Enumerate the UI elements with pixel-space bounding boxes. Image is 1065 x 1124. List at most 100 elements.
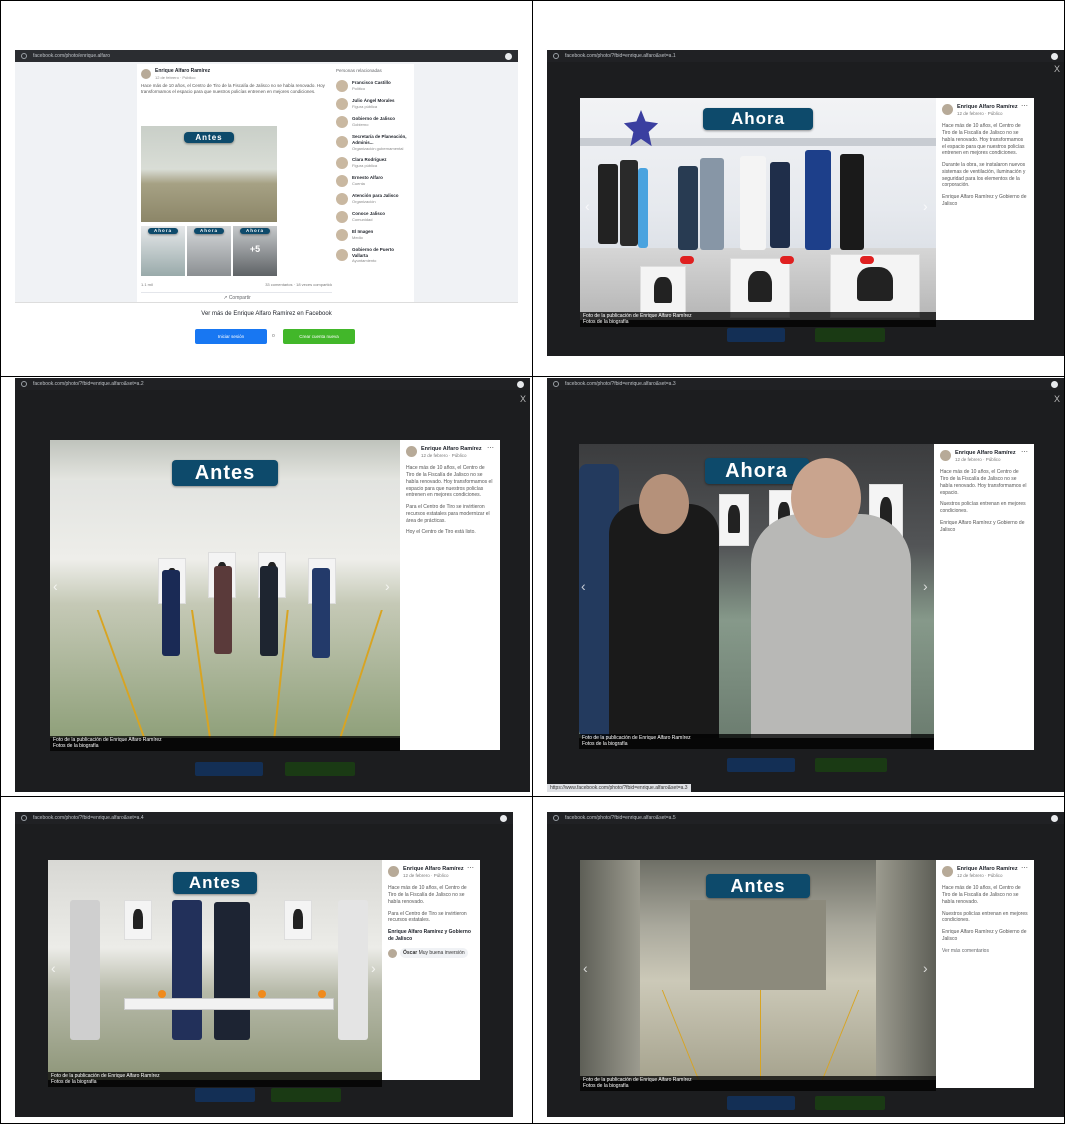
or-label: o [272,333,275,339]
thumb-3[interactable]: Ahora +5 [233,226,277,276]
suggestion-item[interactable]: El Imagen Medio [336,228,410,241]
create-button-dim[interactable] [815,328,885,342]
profile-icon[interactable] [500,814,507,822]
create-account-button[interactable]: Crear cuenta nueva [283,329,355,344]
next-arrow-icon[interactable]: › [923,578,928,594]
close-icon[interactable]: X [1054,394,1060,404]
suggestion-item[interactable]: Gobierno de Jalisco Gobierno [336,115,410,128]
create-button-dim[interactable] [815,1096,885,1110]
create-button-dim[interactable] [285,762,355,776]
suggestion-item[interactable]: Francisco Castillo Político [336,79,410,92]
caption-line-2[interactable]: Fotos de la biografía [51,1079,379,1085]
viewer-photo[interactable]: Antes [50,440,400,738]
author-name[interactable]: Enrique Alfaro Ramírez [957,866,1018,873]
viewer-photo[interactable]: Ahora [579,444,934,738]
profile-icon[interactable] [1051,814,1058,822]
close-icon[interactable]: X [1054,64,1060,74]
viewer-photo[interactable]: Antes [580,860,936,1080]
back-icon[interactable] [553,815,559,821]
create-button-dim[interactable] [815,758,887,772]
more-options-icon[interactable]: ⋯ [1021,448,1028,457]
reaction-count[interactable]: 1.1 mil [141,282,153,287]
next-arrow-icon[interactable]: › [371,960,376,976]
next-arrow-icon[interactable]: › [923,960,928,976]
address-bar[interactable]: facebook.com/photo/?fbid=enrique.alfaro&… [565,815,1045,821]
author-avatar[interactable] [406,446,417,457]
thumb-1[interactable]: Ahora [141,226,185,276]
caption-line-2[interactable]: Fotos de la biografía [53,743,397,749]
post-sidebar: ⋯ Enrique Alfaro Ramírez 12 de febrero ·… [400,440,500,750]
suggestion-subtitle: Medio [352,235,363,241]
login-button-dim[interactable] [195,1088,255,1102]
more-comments-link[interactable]: Ver más comentarios [942,948,1028,955]
comment-count[interactable]: 33 comentarios · 18 veces compartido [265,282,333,287]
caption-line-2[interactable]: Fotos de la biografía [583,1083,933,1089]
login-button-dim[interactable] [727,1096,795,1110]
author-avatar[interactable] [141,68,151,79]
address-bar[interactable]: facebook.com/photo/enrique.alfaro [33,53,499,59]
share-button[interactable]: ↗ Compartir [141,292,333,302]
caption-line-2[interactable]: Fotos de la biografía [583,319,933,325]
login-button[interactable]: Iniciar sesión [195,329,267,344]
suggestion-item[interactable]: Atención para Jalisco Organización [336,192,410,205]
author-name[interactable]: Enrique Alfaro Ramírez [155,68,210,75]
post-text-3: Hoy el Centro de Tiro está listo. [406,529,476,536]
author-name[interactable]: Enrique Alfaro Ramírez [403,866,464,873]
back-icon[interactable] [553,53,559,59]
author-avatar[interactable] [942,104,953,115]
suggestion-item[interactable]: Julio Ángel Morales Figura pública [336,97,410,110]
caption-line-2[interactable]: Fotos de la biografía [582,741,931,747]
back-icon[interactable] [21,815,27,821]
address-bar[interactable]: facebook.com/photo/?fbid=enrique.alfaro&… [33,381,511,387]
address-bar[interactable]: facebook.com/photo/?fbid=enrique.alfaro&… [33,815,494,821]
next-arrow-icon[interactable]: › [385,578,390,594]
login-button-dim[interactable] [195,762,263,776]
commenter-name[interactable]: Óscar [403,950,417,956]
comment: Óscar Muy buena inversión [388,947,474,959]
profile-icon[interactable] [1051,52,1058,60]
more-options-icon[interactable]: ⋯ [1021,102,1028,111]
prev-arrow-icon[interactable]: ‹ [53,578,58,594]
address-bar[interactable]: facebook.com/photo/?fbid=enrique.alfaro&… [565,381,1045,387]
back-icon[interactable] [553,381,559,387]
suggestion-item[interactable]: Gobierno de Puerto Vallarta Ayuntamiento [336,247,410,264]
profile-icon[interactable] [517,380,524,388]
suggestion-item[interactable]: Ernesto Alfaro Cuenta [336,174,410,187]
suggestion-item[interactable]: Conoce Jalisco Comunidad [336,210,410,223]
viewer-photo[interactable]: Antes [48,860,382,1080]
photo-caption: Foto de la publicación de Enrique Alfaro… [580,1076,936,1091]
more-options-icon[interactable]: ⋯ [467,864,474,873]
more-photos-count[interactable]: +5 [233,244,277,256]
back-icon[interactable] [21,53,27,59]
author-avatar[interactable] [940,450,951,461]
commenter-avatar[interactable] [388,948,397,958]
prev-arrow-icon[interactable]: ‹ [583,960,588,976]
reaction-names[interactable]: Enrique Alfaro Ramírez y Gobierno de Jal… [388,929,474,943]
prev-arrow-icon[interactable]: ‹ [51,960,56,976]
post-meta: 12 de febrero · Público [957,873,1003,879]
address-bar[interactable]: facebook.com/photo/?fbid=enrique.alfaro&… [565,53,1045,59]
author-avatar[interactable] [388,866,399,877]
prev-arrow-icon[interactable]: ‹ [585,198,590,214]
login-button-dim[interactable] [727,758,795,772]
author-name[interactable]: Enrique Alfaro Ramírez [955,450,1016,457]
profile-icon[interactable] [1051,380,1058,388]
more-options-icon[interactable]: ⋯ [487,444,494,453]
back-icon[interactable] [21,381,27,387]
viewer-photo[interactable]: Ahora [580,98,936,320]
close-icon[interactable]: X [520,394,526,404]
thumb-2[interactable]: Ahora [187,226,231,276]
prev-arrow-icon[interactable]: ‹ [581,578,586,594]
author-avatar[interactable] [942,866,953,877]
suggestion-item[interactable]: Clara Rodríguez Figura pública [336,156,410,169]
author-name[interactable]: Enrique Alfaro Ramírez [957,104,1018,111]
profile-icon[interactable] [505,52,512,60]
post-text-2: Para el Centro de Tiro se invirtieron re… [388,910,467,924]
next-arrow-icon[interactable]: › [923,198,928,214]
post-main-photo[interactable]: Antes [141,126,277,222]
suggestion-item[interactable]: Secretaría de Planeación, Adminis... Orga… [336,134,410,151]
create-button-dim[interactable] [271,1088,341,1102]
author-name[interactable]: Enrique Alfaro Ramírez [421,446,482,453]
login-button-dim[interactable] [727,328,785,342]
more-options-icon[interactable]: ⋯ [1021,864,1028,873]
